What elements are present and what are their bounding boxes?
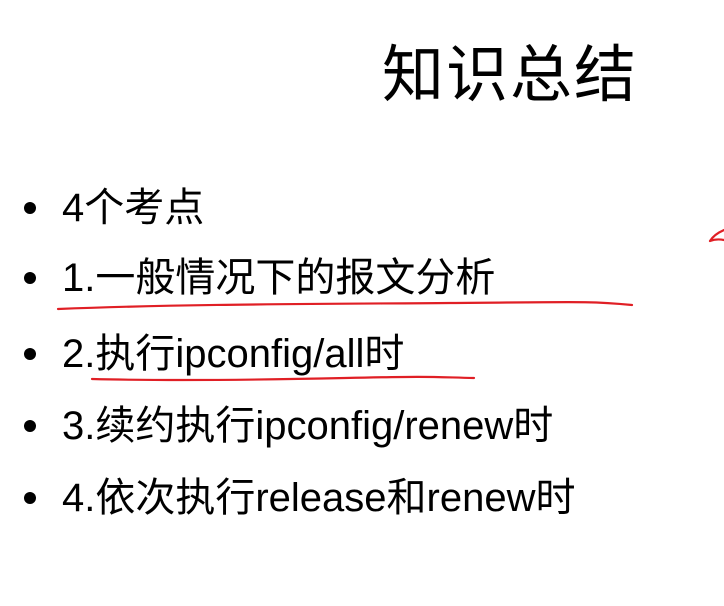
- bullet-point-icon: [24, 348, 36, 360]
- bullet-row-2: 1.一般情况下的报文分析: [0, 246, 724, 310]
- bullet-point-icon: [24, 492, 36, 504]
- bullet-point-icon: [24, 420, 36, 432]
- slide-canvas: 知识总结 4个考点 1.一般情况下的报文分析 2.执行ipconfig/all时…: [0, 0, 724, 606]
- bullet-text-3: 2.执行ipconfig/all时: [62, 332, 405, 376]
- bullet-row-4: 3.续约执行ipconfig/renew时: [0, 394, 724, 458]
- bullet-text-2: 1.一般情况下的报文分析: [62, 256, 496, 300]
- slide-title: 知识总结: [382, 41, 639, 110]
- bullet-row-1: 4个考点: [0, 176, 724, 240]
- bullet-row-5: 4.依次执行release和renew时: [0, 466, 724, 530]
- bullet-text-1: 4个考点: [62, 186, 205, 230]
- bullet-row-3: 2.执行ipconfig/all时: [0, 322, 724, 386]
- bullet-text-5: 4.依次执行release和renew时: [62, 476, 576, 520]
- bullet-point-icon: [24, 202, 36, 214]
- bullet-text-4: 3.续约执行ipconfig/renew时: [62, 404, 554, 448]
- bullet-point-icon: [24, 272, 36, 284]
